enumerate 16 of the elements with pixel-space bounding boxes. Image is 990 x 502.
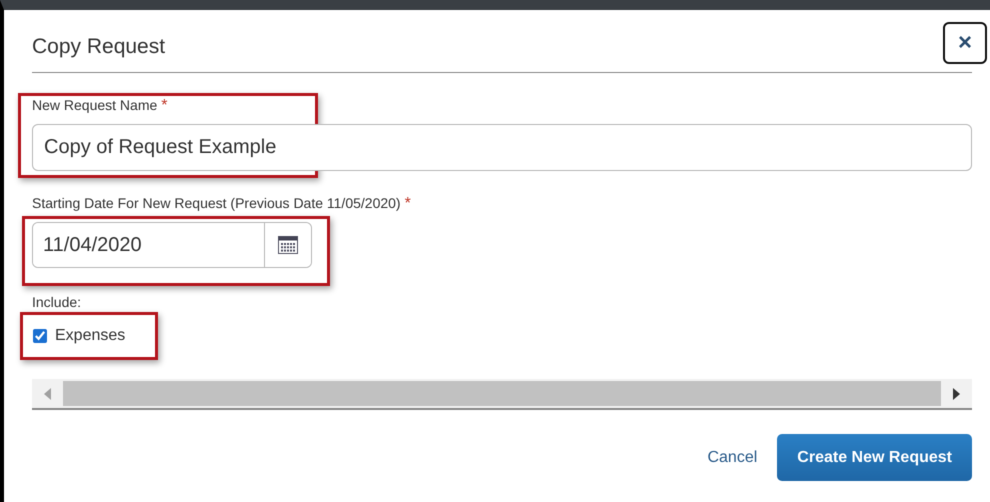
cancel-link[interactable]: Cancel	[707, 448, 758, 466]
checkbox-label: Expenses	[55, 327, 126, 345]
field-label: New Request Name *	[32, 97, 168, 115]
field-label: Starting Date For New Request (Previous Date 11/05/2020) *	[32, 195, 411, 213]
calendar-icon	[278, 236, 298, 254]
expenses-checkbox[interactable]	[33, 329, 47, 343]
close-button[interactable]: ×	[943, 22, 987, 64]
dialog-title: Copy Request	[32, 35, 166, 59]
name-field[interactable]: Copy of Request Example	[32, 124, 972, 171]
scroll-right-icon[interactable]	[953, 388, 960, 400]
date-field[interactable]: 11/04/2020	[32, 222, 312, 268]
required-mark: *	[404, 195, 411, 212]
required-mark: *	[161, 97, 168, 114]
calendar-button[interactable]	[264, 223, 311, 267]
include-label: Include:	[32, 294, 82, 310]
create-request-button[interactable]: Create New Request	[777, 434, 972, 481]
